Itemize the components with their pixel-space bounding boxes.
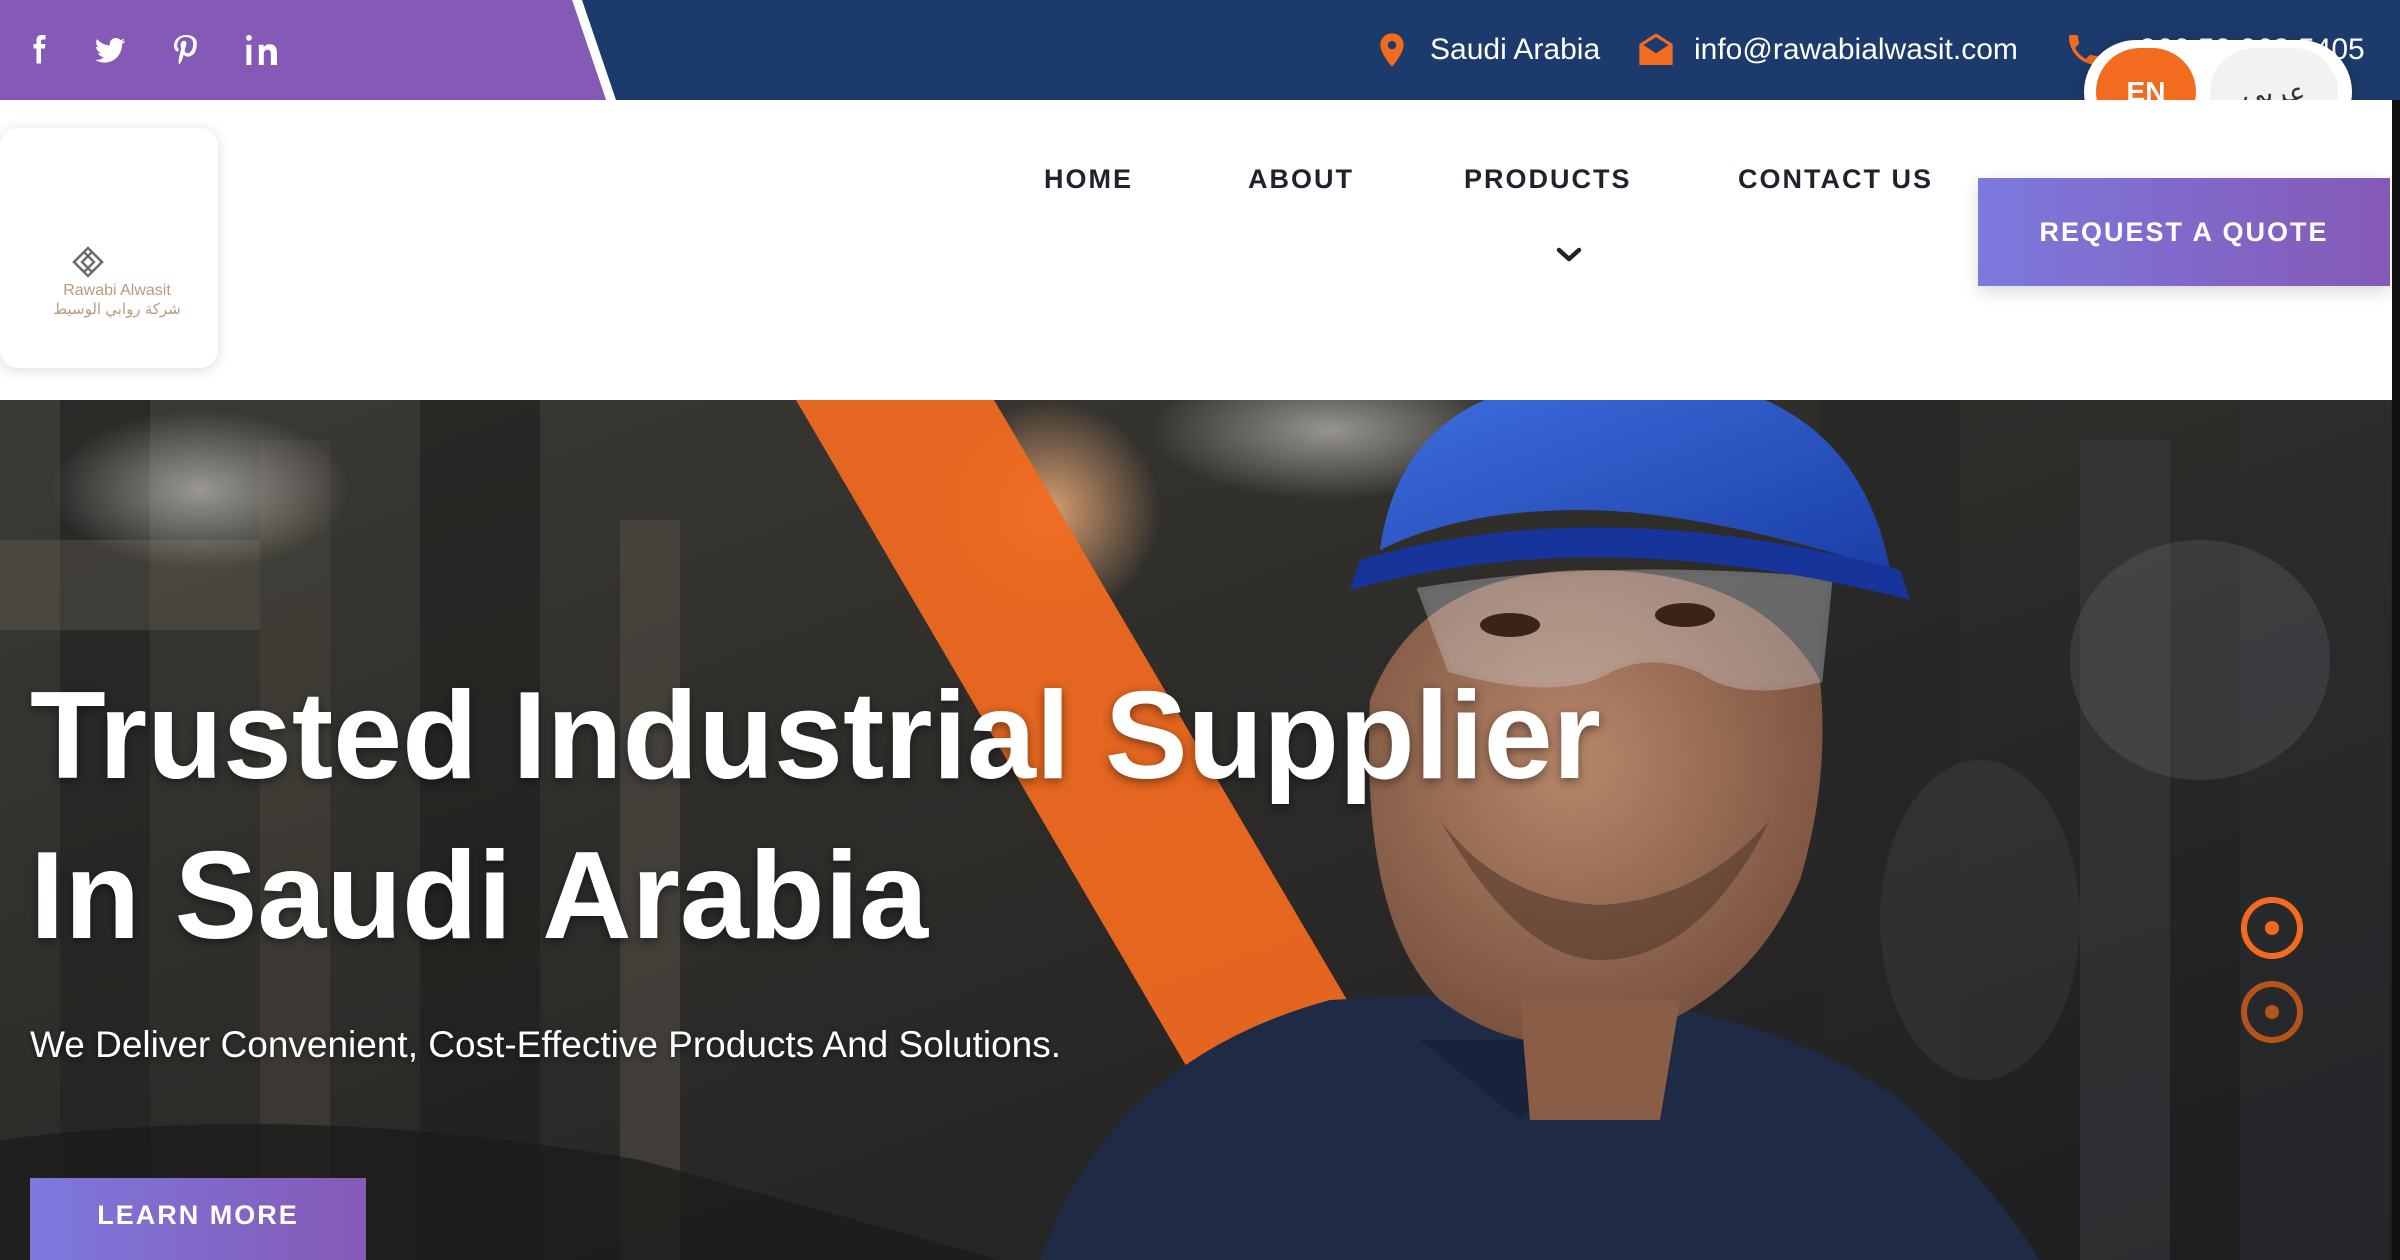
facebook-icon[interactable] [14,26,62,74]
nav-products[interactable]: PRODUCTS [1464,164,1632,195]
hero-title: Trusted Industrial Supplier In Saudi Ara… [30,656,1601,976]
pinterest-icon[interactable] [162,26,210,74]
envelope-icon [1639,33,1673,65]
email-text[interactable]: info@rawabialwasit.com [1694,33,2018,67]
hero-title-line-2: In Saudi Arabia [30,827,929,965]
nav-about[interactable]: ABOUT [1248,164,1354,195]
location-pin-icon [1380,33,1404,67]
twitter-icon[interactable] [86,26,134,74]
window-edge [2392,100,2400,1260]
request-quote-button[interactable]: REQUEST A QUOTE [1978,178,2390,286]
hero-subtitle: We Deliver Convenient, Cost-Effective Pr… [30,1024,1062,1065]
slide-dot-1-active[interactable] [2240,896,2304,960]
hero-title-line-1: Trusted Industrial Supplier [30,667,1601,805]
logo-name-en: Rawabi Alwasit [63,282,171,299]
nav-home[interactable]: HOME [1044,164,1133,195]
logo-name-ar: شركة روابي الوسيط [53,301,181,318]
hero-slider: Trusted Industrial Supplier In Saudi Ara… [0,400,2392,1260]
learn-more-button[interactable]: LEARN MORE [30,1178,366,1260]
chevron-down-icon[interactable] [1556,246,1582,264]
logo[interactable]: Rawabi Alwasit شركة روابي الوسيط [0,128,218,368]
nav-contact-us[interactable]: CONTACT US [1738,164,1933,195]
location-contact: Saudi Arabia [1372,24,1600,76]
slide-dot-2[interactable] [2240,980,2304,1044]
email-contact[interactable]: info@rawabialwasit.com [1636,24,2018,76]
location-text: Saudi Arabia [1430,33,1601,66]
linkedin-icon[interactable] [238,26,286,74]
top-bar: Saudi Arabia info@rawabialwasit.com +966… [0,0,2400,100]
